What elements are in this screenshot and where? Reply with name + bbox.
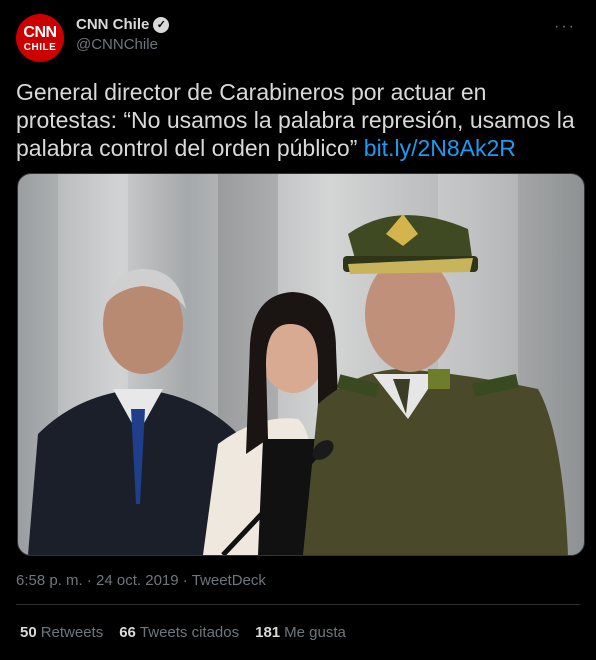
verified-badge-icon: ✓ — [153, 16, 170, 33]
author-names: CNN Chile ✓ @CNNChile — [76, 16, 170, 53]
tweet-stats: 50 Retweets 66 Tweets citados 181 Me gusta — [20, 624, 346, 641]
display-name-row[interactable]: CNN Chile ✓ — [76, 16, 170, 33]
quote-tweets-label: Tweets citados — [139, 624, 240, 641]
avatar[interactable]: CNN CHILE — [16, 14, 64, 62]
avatar-logo-text: CNN — [23, 24, 57, 41]
more-options-icon[interactable]: ··· — [554, 18, 576, 36]
tweet-text: General director de Carabineros por actu… — [16, 78, 576, 162]
photo-figures — [28, 214, 568, 555]
retweets-label: Retweets — [40, 624, 104, 641]
retweets-stat[interactable]: 50 Retweets — [20, 624, 103, 641]
tweet-time[interactable]: 6:58 p. m. — [16, 572, 83, 589]
user-handle[interactable]: @CNNChile — [76, 36, 169, 53]
tweet-meta: 6:58 p. m. · 24 oct. 2019 · TweetDeck — [16, 572, 266, 589]
tweet-date[interactable]: 24 oct. 2019 — [96, 572, 179, 589]
quote-tweets-stat[interactable]: 66 Tweets citados — [119, 624, 239, 641]
display-name[interactable]: CNN Chile — [76, 16, 149, 33]
tweet-photo[interactable] — [17, 173, 585, 556]
quote-tweets-count: 66 — [119, 624, 136, 641]
tweet-header: CNN CHILE CNN Chile ✓ @CNNChile ··· — [16, 12, 580, 62]
meta-separator: · — [182, 572, 188, 589]
likes-stat[interactable]: 181 Me gusta — [255, 624, 346, 641]
tweet-source[interactable]: TweetDeck — [192, 572, 266, 589]
tweet-link[interactable]: bit.ly/2N8Ak2R — [364, 135, 516, 161]
likes-count: 181 — [255, 624, 281, 641]
avatar-logo-subtext: CHILE — [23, 42, 57, 53]
likes-label: Me gusta — [284, 624, 346, 641]
retweets-count: 50 — [20, 624, 37, 641]
divider — [16, 604, 580, 605]
meta-separator: · — [86, 572, 92, 589]
